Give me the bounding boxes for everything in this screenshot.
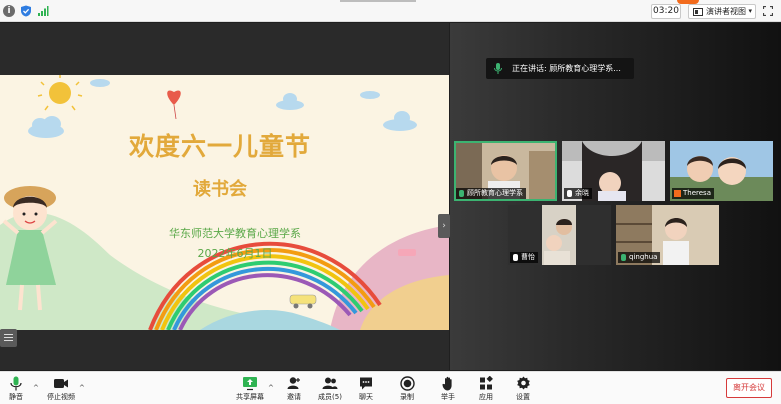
thumbnail-list-button[interactable] bbox=[0, 329, 17, 347]
shared-screen-area: 欢度六一儿童节 读书会 华东师范大学教育心理学系 2022年6月1日 › bbox=[0, 23, 450, 370]
record-button[interactable]: 录制 bbox=[397, 376, 417, 402]
mute-button[interactable]: 静音 bbox=[6, 376, 26, 402]
participant-name-badge: 顾所教育心理学系 bbox=[456, 188, 526, 199]
video-tile[interactable]: Theresa bbox=[670, 141, 773, 201]
microphone-icon bbox=[494, 63, 502, 74]
settings-button[interactable]: 设置 bbox=[513, 376, 533, 402]
share-screen-button[interactable]: 共享屏幕 bbox=[234, 376, 266, 402]
microphone-icon bbox=[513, 254, 518, 261]
settings-label: 设置 bbox=[516, 393, 530, 401]
raise-hand-button[interactable]: 举手 bbox=[438, 376, 458, 402]
participant-name: qinghua bbox=[629, 253, 658, 261]
gear-icon bbox=[516, 376, 530, 390]
video-camera-icon bbox=[54, 379, 68, 388]
microphone-icon bbox=[10, 376, 22, 391]
view-mode-label: 演讲者视图 bbox=[706, 7, 746, 16]
info-icon[interactable]: i bbox=[3, 5, 15, 17]
chat-label: 聊天 bbox=[359, 393, 373, 401]
fullscreen-icon[interactable] bbox=[763, 6, 773, 16]
chevron-right-icon: › bbox=[442, 221, 446, 231]
participant-name: 曹怡 bbox=[521, 253, 535, 261]
members-icon bbox=[322, 377, 338, 389]
chat-icon bbox=[360, 377, 372, 390]
invite-button[interactable]: 邀请 bbox=[282, 376, 306, 402]
participant-name-badge: Theresa bbox=[672, 188, 714, 199]
active-speaker-indicator: 正在讲话: 顾所教育心理学系... bbox=[486, 58, 634, 79]
apps-grid-icon bbox=[480, 376, 493, 390]
view-mode-button[interactable]: 演讲者视图 ▾ bbox=[688, 4, 756, 19]
apps-button[interactable]: 应用 bbox=[476, 376, 496, 402]
mute-label: 静音 bbox=[9, 393, 23, 401]
share-options-caret[interactable]: ^ bbox=[268, 384, 274, 392]
share-screen-label: 共享屏幕 bbox=[236, 393, 264, 401]
record-label: 录制 bbox=[400, 393, 414, 401]
meeting-window: i 03:20 演讲者视图 ▾ 欢度六一儿童节 读书会 华东师范大学教育心理学系… bbox=[0, 0, 781, 404]
members-button[interactable]: 成员(5) bbox=[316, 376, 344, 402]
invite-label: 邀请 bbox=[287, 393, 301, 401]
stop-video-button[interactable]: 停止视频 bbox=[45, 376, 77, 402]
slide-date: 2022年6月1日 bbox=[197, 247, 273, 260]
members-label: 成员(5) bbox=[318, 393, 342, 401]
participant-name: 顾所教育心理学系 bbox=[467, 189, 523, 197]
video-tile[interactable]: 曹怡 bbox=[508, 205, 611, 265]
participant-gallery: 正在讲话: 顾所教育心理学系... 顾所教育心理学系 余晓 Theresa 曹怡… bbox=[450, 23, 781, 370]
window-drag-handle[interactable] bbox=[340, 0, 416, 2]
share-screen-icon bbox=[243, 377, 257, 391]
participant-name-badge: 余晓 bbox=[564, 188, 592, 199]
slide-organization: 华东师范大学教育心理学系 bbox=[169, 227, 301, 240]
raise-hand-label: 举手 bbox=[441, 393, 455, 401]
meeting-timer: 03:20 bbox=[651, 4, 681, 19]
slide-subtitle: 读书会 bbox=[193, 179, 247, 200]
speaker-view-icon bbox=[693, 8, 703, 16]
audio-options-caret[interactable]: ^ bbox=[33, 384, 39, 392]
raise-hand-icon bbox=[441, 376, 452, 391]
shared-slide: 欢度六一儿童节 读书会 华东师范大学教育心理学系 2022年6月1日 bbox=[0, 75, 449, 330]
collapse-panel-button[interactable]: › bbox=[438, 214, 450, 238]
signal-strength-icon[interactable] bbox=[37, 5, 49, 17]
video-tile[interactable]: qinghua bbox=[616, 205, 719, 265]
participant-name-badge: 曹怡 bbox=[510, 252, 538, 263]
shield-icon[interactable] bbox=[20, 5, 32, 17]
participant-name: Theresa bbox=[683, 189, 711, 197]
video-tile[interactable]: 余晓 bbox=[562, 141, 665, 201]
slide-title: 欢度六一儿童节 bbox=[128, 132, 311, 161]
record-icon bbox=[399, 376, 415, 391]
top-bar: i 03:20 演讲者视图 ▾ bbox=[0, 0, 781, 22]
leave-meeting-button[interactable]: 离开会议 bbox=[726, 378, 772, 398]
video-options-caret[interactable]: ^ bbox=[79, 384, 85, 392]
active-speaker-label: 正在讲话: 顾所教育心理学系... bbox=[512, 64, 621, 73]
microphone-icon bbox=[459, 190, 464, 197]
chat-button[interactable]: 聊天 bbox=[356, 376, 376, 402]
slide-illustration bbox=[0, 75, 449, 330]
participant-name: 余晓 bbox=[575, 189, 589, 197]
add-user-icon bbox=[287, 377, 300, 389]
participant-name-badge: qinghua bbox=[618, 252, 661, 263]
microphone-icon bbox=[567, 190, 572, 197]
user-avatar-icon bbox=[674, 190, 681, 197]
apps-label: 应用 bbox=[479, 393, 493, 401]
video-tile[interactable]: 顾所教育心理学系 bbox=[454, 141, 557, 201]
chevron-down-icon: ▾ bbox=[748, 7, 752, 15]
meeting-toolbar: 静音 ^ 停止视频 ^ 共享屏幕 ^ 邀请 成员(5) 聊天 录制 举手 应用 … bbox=[0, 371, 781, 404]
microphone-icon bbox=[621, 254, 626, 261]
stop-video-label: 停止视频 bbox=[47, 393, 75, 401]
